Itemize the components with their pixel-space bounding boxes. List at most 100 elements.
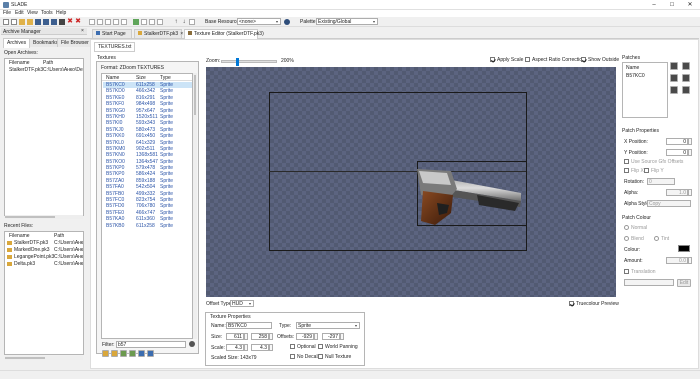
- recent-col-filename[interactable]: Filename: [9, 233, 30, 239]
- y-position-spinner[interactable]: [688, 149, 692, 156]
- truecolour-check[interactable]: Truecolour Preview: [569, 301, 619, 307]
- tint-radio[interactable]: Tint: [654, 236, 669, 242]
- tab-archives[interactable]: Archives: [3, 38, 31, 48]
- replace-patch-button[interactable]: [670, 86, 678, 94]
- scale-x-input[interactable]: 4.3: [226, 344, 244, 351]
- world-panning-check[interactable]: World Panning: [318, 344, 358, 350]
- flip-y-check[interactable]: Flip Y: [644, 168, 664, 174]
- size-width-input[interactable]: 611: [226, 333, 244, 340]
- remove-patch-button[interactable]: [682, 62, 690, 70]
- new-archive-icon[interactable]: [3, 19, 9, 25]
- maximize-button[interactable]: ☐: [664, 0, 680, 10]
- translation-check[interactable]: Translation: [624, 269, 656, 275]
- base-resource-settings-icon[interactable]: [284, 19, 290, 25]
- amount-input[interactable]: 0.0: [666, 257, 688, 264]
- new-entry-icon[interactable]: [89, 19, 95, 25]
- show-outside-check[interactable]: Show Outside: [581, 57, 619, 63]
- add-patch-button[interactable]: [670, 62, 678, 70]
- recent-col-path[interactable]: Path: [54, 233, 64, 239]
- duplicate-patch-button[interactable]: [682, 86, 690, 94]
- close-icon[interactable]: ✖: [75, 18, 81, 25]
- blend-radio[interactable]: Blend: [624, 236, 644, 242]
- rotation-input[interactable]: 0: [647, 178, 675, 185]
- close-button[interactable]: ✕: [682, 0, 698, 10]
- close-all-icon[interactable]: ✖: [67, 18, 73, 25]
- close-archive-icon[interactable]: [59, 19, 65, 25]
- save-as-icon[interactable]: [43, 19, 49, 25]
- texture-name-input[interactable]: B57KC0: [226, 322, 272, 329]
- translation-input[interactable]: [624, 279, 674, 286]
- new-zip-icon[interactable]: [11, 19, 17, 25]
- menu-file[interactable]: File: [3, 10, 11, 16]
- export-icon[interactable]: [113, 19, 119, 25]
- menu-view[interactable]: View: [27, 10, 38, 16]
- filter-input[interactable]: b57: [116, 341, 186, 348]
- size-width-spinner[interactable]: [244, 333, 248, 340]
- colour-swatch[interactable]: [678, 245, 690, 252]
- x-position-spinner[interactable]: [688, 138, 692, 145]
- aspect-ratio-check[interactable]: Aspect Ratio Correction: [525, 57, 585, 63]
- list-item[interactable]: StalkerDTF.pk3 C:\Users\Анко\: [7, 240, 83, 246]
- size-height-input[interactable]: 258: [251, 333, 269, 340]
- base-resource-select[interactable]: <none>: [237, 18, 281, 25]
- open-icon[interactable]: [19, 19, 25, 25]
- minimize-button[interactable]: –: [646, 0, 662, 10]
- save-all-icon[interactable]: [51, 19, 57, 25]
- sort-icon[interactable]: [189, 19, 195, 25]
- move-up-icon[interactable]: ↑: [173, 19, 179, 25]
- scale-x-spinner[interactable]: [244, 344, 248, 351]
- no-decals-check[interactable]: No Decals: [290, 354, 320, 360]
- patch-back-button[interactable]: [682, 74, 690, 82]
- flip-x-check[interactable]: Flip X: [624, 168, 644, 174]
- null-texture-check[interactable]: Null Texture: [318, 354, 351, 360]
- open-archives-scrollbar[interactable]: [5, 215, 83, 219]
- alpha-spinner[interactable]: [688, 189, 692, 196]
- patch-forward-button[interactable]: [670, 74, 678, 82]
- use-source-offsets-check[interactable]: Use Source Gfx Offsets: [624, 159, 683, 165]
- col-size[interactable]: Size: [136, 75, 146, 81]
- new-from-patch-button[interactable]: [111, 350, 118, 357]
- remove-texture-button[interactable]: [129, 350, 136, 357]
- texture-canvas[interactable]: [206, 67, 616, 297]
- delete-icon[interactable]: [157, 19, 163, 25]
- alpha-input[interactable]: 1.0: [666, 189, 688, 196]
- palette-select[interactable]: Existing/Global: [316, 18, 378, 25]
- offset-y-input[interactable]: -297: [322, 333, 340, 340]
- zoom-slider[interactable]: [221, 58, 277, 66]
- col-filename[interactable]: Filename: [9, 60, 30, 66]
- list-item[interactable]: LegangePoint.pk3 C:\Users\Анко\: [7, 254, 83, 260]
- tab-texture-editor[interactable]: Texture Editor (StalkerDTF.pk3): [184, 29, 264, 39]
- menu-edit[interactable]: Edit: [15, 10, 24, 16]
- offset-x-input[interactable]: -929: [296, 333, 314, 340]
- patches-col-name[interactable]: Name: [626, 65, 639, 71]
- apply-scale-check[interactable]: Apply Scale: [490, 57, 523, 63]
- y-position-input[interactable]: 0: [666, 149, 688, 156]
- optional-check[interactable]: Optional: [290, 344, 316, 350]
- new-from-file-button[interactable]: [120, 350, 127, 357]
- panel-close-icon[interactable]: ×: [81, 28, 84, 34]
- offset-x-spinner[interactable]: [314, 333, 318, 340]
- tab-textures-txt[interactable]: TEXTURES.txt: [94, 42, 136, 52]
- clear-filter-icon[interactable]: [189, 341, 195, 347]
- size-height-spinner[interactable]: [269, 333, 273, 340]
- save-icon[interactable]: [35, 19, 41, 25]
- normal-radio[interactable]: Normal: [624, 225, 647, 231]
- tab-start-page[interactable]: Start Page: [92, 29, 132, 38]
- move-up-button[interactable]: [138, 350, 145, 357]
- offset-type-select[interactable]: HUD: [230, 300, 254, 307]
- list-item[interactable]: B57KC0: [626, 73, 666, 79]
- alpha-style-select[interactable]: Copy: [647, 200, 691, 207]
- new-dir-icon[interactable]: [97, 19, 103, 25]
- new-texture-button[interactable]: [102, 350, 109, 357]
- rename-icon[interactable]: [121, 19, 127, 25]
- tab-file-browser[interactable]: File Browser: [57, 38, 93, 47]
- x-position-input[interactable]: 0: [666, 138, 688, 145]
- import-icon[interactable]: [105, 19, 111, 25]
- menu-tools[interactable]: Tools: [41, 10, 53, 16]
- open-dir-icon[interactable]: [27, 19, 33, 25]
- offset-y-spinner[interactable]: [340, 333, 344, 340]
- play-icon[interactable]: [133, 19, 139, 25]
- copy-icon[interactable]: [141, 19, 147, 25]
- translation-edit-button[interactable]: Edit: [677, 279, 691, 287]
- zoom-slider-thumb[interactable]: [235, 58, 239, 66]
